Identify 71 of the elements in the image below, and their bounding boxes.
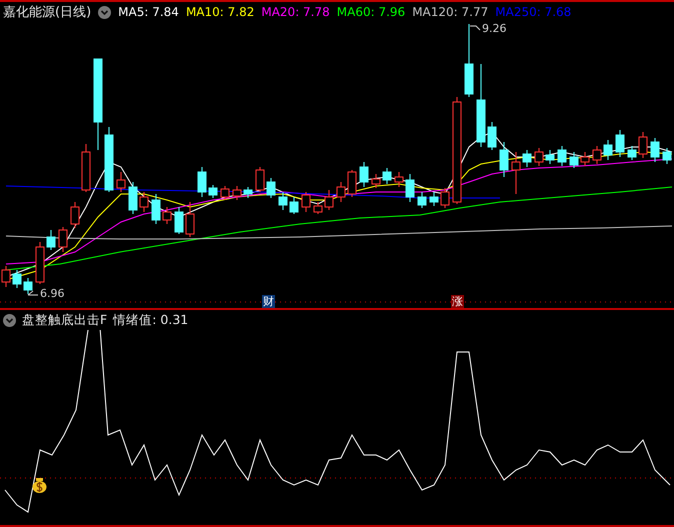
moving-average-value: MA10: 7.82 bbox=[186, 5, 254, 19]
candlestick bbox=[522, 150, 532, 168]
candlestick bbox=[174, 206, 184, 234]
candlestick bbox=[314, 202, 322, 214]
candlestick bbox=[116, 172, 126, 192]
candlestick bbox=[546, 150, 554, 164]
moving-average-value: MA120: 7.77 bbox=[412, 5, 488, 19]
candlestick bbox=[278, 192, 288, 210]
event-marker[interactable]: 涨 bbox=[451, 295, 464, 308]
candlestick bbox=[140, 192, 148, 212]
candlestick bbox=[232, 186, 242, 200]
moving-average-value: MA60: 7.96 bbox=[336, 5, 406, 19]
candlestick bbox=[500, 142, 508, 178]
candlestick bbox=[186, 202, 194, 238]
candlestick bbox=[266, 178, 276, 198]
stock-title: 嘉化能源(日线) bbox=[3, 4, 92, 21]
candlestick bbox=[488, 122, 496, 150]
candlestick bbox=[256, 166, 264, 192]
candlestick bbox=[580, 152, 590, 166]
candlestick bbox=[616, 130, 624, 158]
chevron-down-icon[interactable] bbox=[98, 6, 112, 18]
event-marker[interactable]: 财 bbox=[262, 295, 275, 308]
candlestick bbox=[512, 152, 520, 194]
moving-average-value: MA250: 7.68 bbox=[495, 5, 572, 19]
candlestick bbox=[406, 174, 414, 202]
indicator-name: 盘整触底出击F bbox=[22, 312, 108, 328]
candlestick bbox=[360, 162, 368, 188]
candlestick bbox=[36, 242, 44, 284]
low-price-label: 6.96 bbox=[40, 287, 64, 300]
candlestick bbox=[46, 230, 56, 250]
candlestick bbox=[82, 144, 90, 192]
candlestick bbox=[12, 270, 22, 288]
candlestick bbox=[382, 168, 392, 184]
candlestick bbox=[152, 194, 160, 224]
candlestick bbox=[220, 186, 230, 200]
money-bag-icon bbox=[32, 478, 46, 493]
candlestick bbox=[662, 148, 672, 164]
moving-average-value: MA20: 7.78 bbox=[261, 5, 330, 19]
indicator-reading: 情绪值: 0.31 bbox=[113, 312, 188, 328]
candlestick bbox=[372, 174, 380, 188]
moving-average-value: MA5: 7.84 bbox=[118, 5, 179, 19]
candlestick bbox=[302, 192, 310, 212]
candlestick bbox=[558, 146, 566, 166]
low-price-pointer-icon bbox=[28, 290, 38, 296]
candlestick bbox=[70, 202, 80, 228]
candlestick bbox=[592, 146, 602, 164]
candlestick bbox=[24, 278, 32, 294]
candlestick bbox=[418, 192, 426, 208]
candlestick bbox=[128, 182, 138, 214]
chevron-down-icon[interactable] bbox=[3, 314, 16, 326]
candlestick bbox=[324, 190, 334, 210]
high-price-pointer-icon bbox=[470, 26, 480, 30]
candlestick bbox=[198, 166, 206, 198]
high-price-label: 9.26 bbox=[482, 22, 506, 35]
candlestick bbox=[440, 188, 450, 208]
candlestick bbox=[650, 138, 660, 162]
candlestick bbox=[628, 146, 636, 160]
candlestick bbox=[336, 182, 346, 202]
candlestick bbox=[394, 172, 404, 188]
candlestick bbox=[638, 132, 648, 158]
candlestick bbox=[570, 152, 578, 168]
candlestick bbox=[104, 126, 114, 192]
candlestick bbox=[534, 148, 544, 166]
candlestick bbox=[162, 206, 172, 224]
candlestick bbox=[430, 192, 438, 206]
candlestick bbox=[290, 196, 298, 214]
candlestick bbox=[244, 186, 252, 198]
candlestick bbox=[604, 140, 612, 160]
candlestick bbox=[208, 184, 218, 198]
candlestick bbox=[58, 226, 68, 252]
candlestick bbox=[348, 170, 356, 198]
